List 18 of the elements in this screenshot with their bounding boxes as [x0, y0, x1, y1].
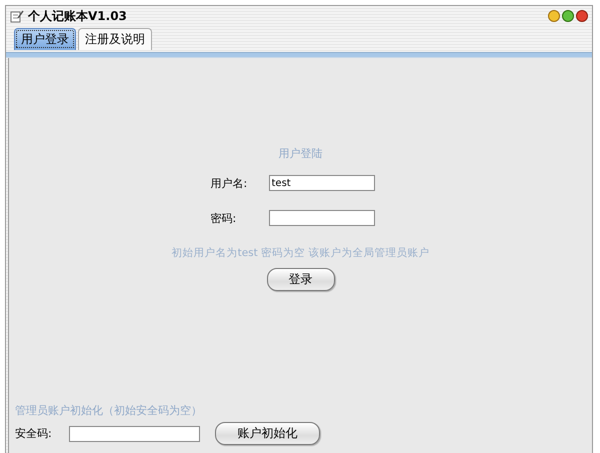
login-button[interactable]: 登录 — [266, 268, 334, 291]
notebook-icon — [10, 10, 24, 22]
username-field[interactable]: test — [268, 175, 374, 191]
minimize-button[interactable] — [548, 10, 560, 22]
reset-account-button[interactable]: 账户初始化 — [215, 422, 320, 445]
tab[interactable]: 注册及说明 — [78, 28, 152, 50]
security-code-label: 安全码: — [15, 426, 53, 441]
hint-text: 初始用户名为test 密码为空 该账户为全局管理员账户 — [172, 246, 430, 260]
admin-heading: 管理员账户初始化（初始安全码为空） — [15, 404, 202, 417]
login-heading: 用户登陆 — [278, 146, 322, 161]
username-label: 用户名: — [210, 176, 248, 190]
maximize-button[interactable] — [562, 10, 574, 22]
security-code-field[interactable] — [69, 426, 200, 442]
close-button[interactable] — [576, 10, 588, 22]
window-title: 个人记账本V1.03 — [28, 8, 128, 24]
tab[interactable]: 用户登录 — [14, 28, 76, 50]
password-field[interactable] — [268, 210, 374, 226]
password-label: 密码: — [210, 210, 238, 226]
